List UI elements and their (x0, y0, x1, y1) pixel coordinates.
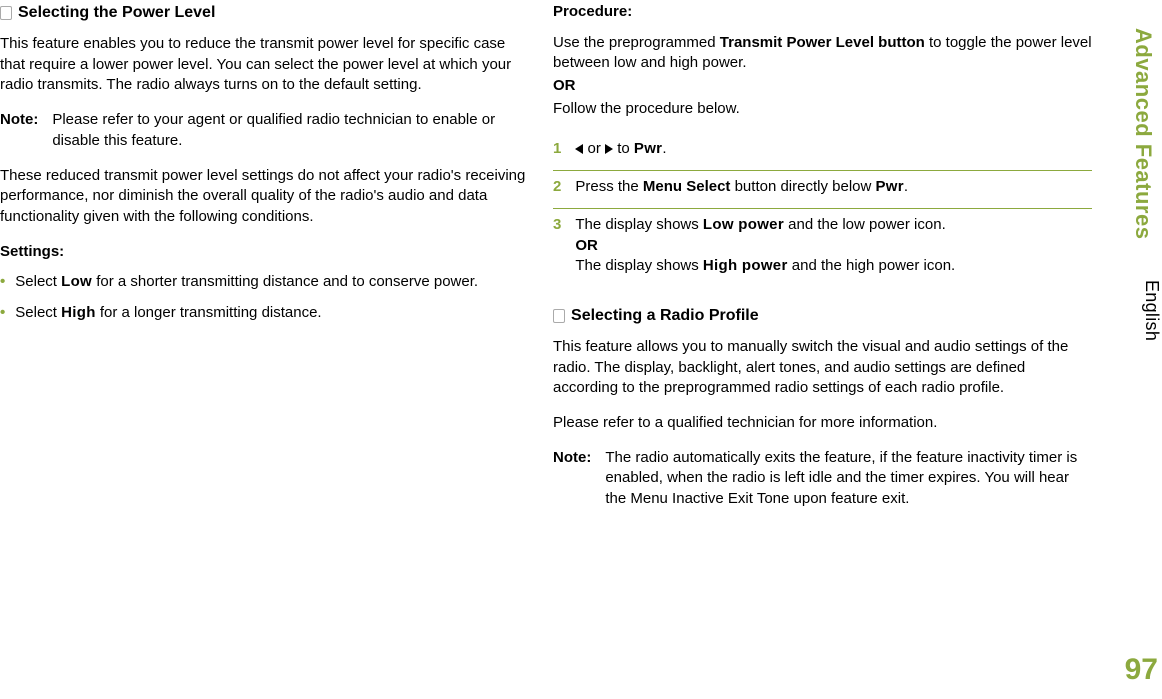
profile-paragraph-2: Please refer to a qualified technician f… (553, 413, 1092, 434)
step-text: Press the Menu Select button directly be… (575, 177, 908, 198)
list-item: • Select Low for a shorter transmitting … (0, 272, 529, 293)
text-fragment: and the low power icon. (784, 216, 946, 233)
text-fragment: to (613, 140, 634, 157)
radio-display-text: High power (703, 257, 788, 274)
note-block: Note: Please refer to your agent or qual… (0, 110, 529, 151)
radio-display-text: High (61, 304, 96, 321)
step-number: 1 (553, 139, 561, 160)
left-column: Selecting the Power Level This feature e… (0, 2, 529, 524)
profile-paragraph-1: This feature allows you to manually swit… (553, 337, 1092, 399)
conditions-paragraph: These reduced transmit power level setti… (0, 166, 529, 228)
text-fragment: for a longer transmitting distance. (96, 304, 322, 321)
note-label: Note: (0, 110, 38, 151)
text-fragment: Use the preprogrammed (553, 34, 720, 51)
list-item: • Select High for a longer transmitting … (0, 303, 529, 324)
note-block-2: Note: The radio automatically exits the … (553, 448, 1092, 510)
text-fragment: for a shorter transmitting distance and … (92, 273, 478, 290)
bold-text: Transmit Power Level button (720, 34, 925, 51)
radio-display-text: Pwr (634, 140, 662, 157)
section-title-text: Selecting the Power Level (18, 2, 215, 24)
text-fragment: The display shows (575, 216, 703, 233)
side-tab-label: Advanced Features (1130, 28, 1156, 239)
note-text: The radio automatically exits the featur… (605, 448, 1092, 510)
settings-list: • Select Low for a shorter transmitting … (0, 272, 529, 323)
procedure-steps: 1 or to Pwr. 2 Press the Menu Select but… (553, 133, 1092, 286)
text-fragment: The display shows (575, 257, 703, 274)
or-label: OR (575, 237, 598, 254)
bullet-icon: • (0, 303, 5, 324)
step-2: 2 Press the Menu Select button directly … (553, 171, 1092, 209)
section-title-power-level: Selecting the Power Level (0, 2, 529, 24)
radio-display-text: Low power (703, 216, 784, 233)
list-item-text: Select Low for a shorter transmitting di… (15, 272, 478, 293)
settings-label: Settings: (0, 242, 529, 263)
note-text: Please refer to your agent or qualified … (52, 110, 529, 151)
right-arrow-icon (605, 144, 613, 154)
step-3: 3 The display shows Low power and the lo… (553, 209, 1092, 287)
text-fragment: button directly below (730, 178, 875, 195)
step-number: 2 (553, 177, 561, 198)
right-column: Procedure: Use the preprogrammed Transmi… (553, 2, 1092, 524)
intro-paragraph: This feature enables you to reduce the t… (0, 34, 529, 96)
text-fragment: and the high power icon. (788, 257, 956, 274)
page-number: 97 (1125, 653, 1158, 687)
step-1: 1 or to Pwr. (553, 133, 1092, 171)
procedure-intro: Use the preprogrammed Transmit Power Lev… (553, 33, 1092, 74)
text-fragment: or (583, 140, 605, 157)
text-fragment: Select (15, 304, 61, 321)
section-title-text: Selecting a Radio Profile (571, 305, 759, 327)
note-label: Note: (553, 448, 591, 510)
step-text: or to Pwr. (575, 139, 666, 160)
step-number: 3 (553, 215, 561, 277)
step-text: The display shows Low power and the low … (575, 215, 955, 277)
side-language-label: English (1141, 280, 1162, 341)
list-item-text: Select High for a longer transmitting di… (15, 303, 321, 324)
text-fragment: . (662, 140, 666, 157)
bold-text: Menu Select (643, 178, 731, 195)
procedure-label: Procedure: (553, 2, 1092, 23)
spacer (553, 287, 1092, 305)
page-content: Selecting the Power Level This feature e… (0, 0, 1100, 524)
bullet-icon: • (0, 272, 5, 293)
section-title-radio-profile: Selecting a Radio Profile (553, 305, 1092, 327)
text-fragment: Press the (575, 178, 643, 195)
text-fragment: . (904, 178, 908, 195)
radio-display-text: Pwr (876, 178, 904, 195)
or-label: OR (553, 76, 1092, 97)
follow-procedure: Follow the procedure below. (553, 99, 1092, 120)
document-icon (553, 309, 565, 323)
radio-display-text: Low (61, 273, 92, 290)
text-fragment: Select (15, 273, 61, 290)
document-icon (0, 6, 12, 20)
